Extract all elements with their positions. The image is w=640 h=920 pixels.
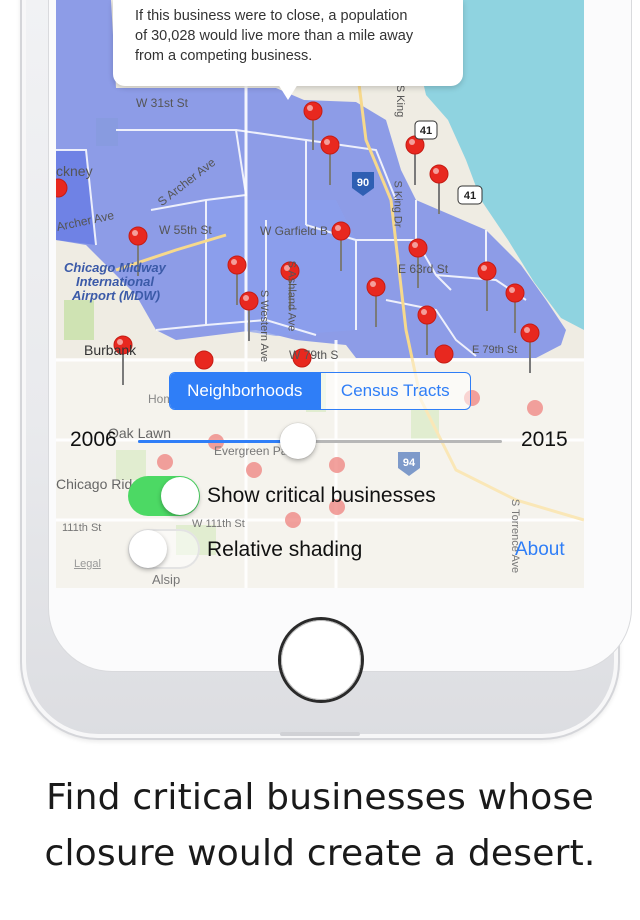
segment-neighborhoods[interactable]: Neighborhoods [170, 373, 320, 409]
street-label: S Western Ave [258, 289, 271, 363]
show-critical-label: Show critical businesses [207, 484, 436, 507]
street-label: W 79th S [289, 348, 339, 362]
region-type-segmented-control[interactable]: Neighborhoods Census Tracts [169, 372, 471, 410]
app-screen: 90 41 41 94 W 31st St ckney Archer Ave S… [56, 0, 584, 588]
street-label: E 79th St [472, 344, 518, 356]
year-end-label: 2015 [521, 428, 568, 451]
airport-label: Airport (MDW) [72, 288, 161, 303]
segment-census-tracts[interactable]: Census Tracts [319, 373, 471, 409]
place-label: Oak Lawn [108, 425, 172, 441]
business-callout: If this business were to close, a popula… [113, 0, 463, 86]
relative-shading-label: Relative shading [207, 538, 363, 561]
svg-text:41: 41 [420, 125, 432, 137]
caption-line: closure would create a desert. [44, 833, 596, 874]
airport-label: International [76, 274, 155, 289]
street-label: ckney [56, 163, 93, 179]
street-label: S King [394, 84, 407, 118]
toggle-knob [161, 477, 199, 515]
street-label: S Ashland Ave [285, 260, 298, 332]
year-start-label: 2006 [70, 428, 117, 451]
street-label: 111th St [62, 522, 102, 534]
year-slider-thumb[interactable] [280, 423, 317, 459]
callout-text-line: from a competing business. [135, 48, 313, 64]
street-label: W 55th St [159, 223, 212, 237]
street-label: E 63rd St [398, 262, 449, 276]
year-slider-track[interactable] [138, 440, 502, 443]
year-slider-fill [138, 440, 299, 443]
caption-line: Find critical businesses whose [46, 777, 594, 818]
phone-lip [280, 732, 360, 736]
place-label: Alsip [152, 572, 181, 587]
home-button[interactable] [281, 620, 361, 700]
svg-text:94: 94 [403, 457, 416, 469]
street-label: S King Dr [391, 180, 404, 228]
svg-text:90: 90 [357, 177, 369, 189]
street-label: W Garfield B [260, 224, 329, 238]
promo-caption: Find critical businesses whose closure w… [0, 770, 640, 882]
airport-label: Chicago Midway [64, 260, 166, 275]
legal-link[interactable]: Legal [74, 558, 101, 570]
callout-text-line: If this business were to close, a popula… [135, 8, 408, 24]
relative-shading-toggle[interactable] [128, 529, 200, 569]
street-label: S Torrence Ave [509, 498, 522, 574]
svg-text:41: 41 [464, 190, 476, 202]
toggle-knob [129, 530, 167, 568]
street-label: W 31st St [136, 96, 189, 110]
place-label: Burbank [84, 342, 137, 358]
street-label: W 111th St [192, 518, 245, 530]
callout-text-line: of 30,028 would live more than a mile aw… [135, 28, 414, 44]
about-link[interactable]: About [515, 539, 565, 561]
show-critical-toggle[interactable] [128, 476, 200, 516]
